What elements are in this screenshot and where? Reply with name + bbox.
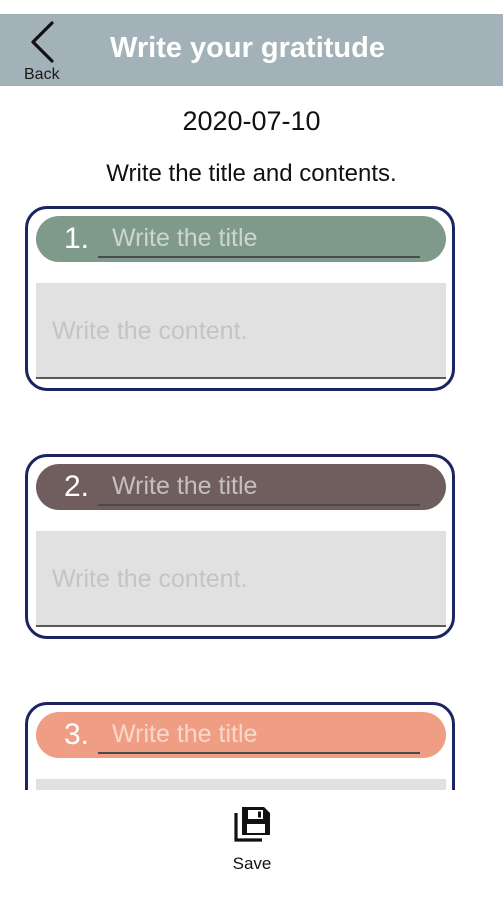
entry-number: 2.	[64, 470, 90, 503]
chevron-left-icon	[31, 21, 54, 63]
title-input-2[interactable]	[98, 468, 420, 506]
entry-date: 2020-07-10	[182, 106, 321, 136]
content-input-2[interactable]	[36, 531, 446, 627]
save-button[interactable]: Save	[218, 800, 286, 880]
entry-number: 3.	[64, 718, 90, 751]
title-pill-2: 2.	[36, 464, 446, 510]
title-pill-1: 1.	[36, 216, 446, 262]
status-bar	[0, 0, 503, 14]
save-label: Save	[232, 854, 272, 873]
content-input-3[interactable]	[36, 779, 446, 790]
instruction-text: Write the title and contents.	[106, 160, 397, 187]
page-title: Write your gratitude	[110, 32, 385, 64]
back-label: Back	[24, 66, 60, 83]
entry-card-1: 1.	[25, 206, 455, 391]
app-header: Back Write your gratitude	[0, 14, 503, 86]
entry-number: 1.	[64, 222, 90, 255]
title-pill-3: 3.	[36, 712, 446, 758]
back-button[interactable]: Back	[14, 14, 76, 86]
content-input-1[interactable]	[36, 283, 446, 379]
entry-card-2: 2.	[25, 454, 455, 639]
title-input-3[interactable]	[98, 716, 420, 754]
entry-card-3: 3.	[25, 702, 455, 790]
entries-list[interactable]: 1. 2. 3.	[0, 200, 503, 790]
title-input-1[interactable]	[98, 220, 420, 258]
floppy-disk-icon	[234, 807, 270, 842]
